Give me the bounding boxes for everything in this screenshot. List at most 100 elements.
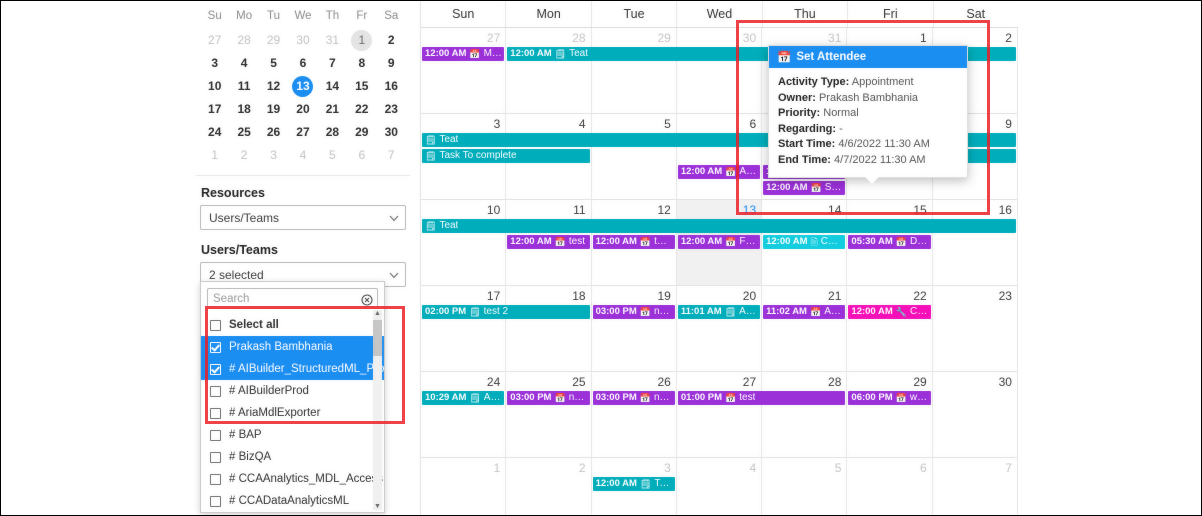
calendar-day-cell[interactable]: 2 xyxy=(506,458,592,516)
calendar-day-cell[interactable]: 28 xyxy=(506,28,592,113)
calendar-day-cell[interactable]: 10 xyxy=(421,200,507,285)
mini-cal-day[interactable]: 30 xyxy=(288,29,317,52)
mini-cal-day[interactable]: 14 xyxy=(318,75,347,98)
mini-cal-day[interactable]: 31 xyxy=(318,29,347,52)
calendar-event[interactable]: 10:29 AM🗒Add A... xyxy=(422,391,505,405)
clear-search-icon[interactable] xyxy=(361,293,373,306)
calendar-event[interactable]: 01:00 PM📅test xyxy=(677,391,846,405)
mini-cal-day[interactable]: 5 xyxy=(259,52,288,75)
mini-cal-day[interactable]: 5 xyxy=(318,144,347,167)
calendar-event[interactable]: 12:00 AM📅Set At... xyxy=(763,181,846,195)
mini-cal-day[interactable]: 20 xyxy=(288,98,317,121)
mini-cal-day[interactable]: 15 xyxy=(347,75,376,98)
dropdown-item-checkbox[interactable] xyxy=(210,429,221,441)
dropdown-search-box[interactable]: Search xyxy=(207,288,378,309)
calendar-event[interactable]: 12:00 AM🗎Check... xyxy=(763,235,846,249)
calendar-day-cell[interactable]: 29 xyxy=(847,372,933,457)
calendar-event[interactable]: 12:00 AM📅Appoi... xyxy=(677,165,761,179)
mini-cal-day[interactable]: 25 xyxy=(229,121,258,144)
calendar-event[interactable]: 🗒Teat xyxy=(422,219,1016,233)
mini-cal-day[interactable]: 27 xyxy=(288,121,317,144)
calendar-event[interactable]: 06:00 PM📅within.. xyxy=(848,391,931,405)
resources-select[interactable]: Users/Teams xyxy=(200,205,406,230)
dropdown-item-checkbox[interactable] xyxy=(210,385,221,397)
mini-cal-day[interactable]: 1 xyxy=(347,29,376,52)
mini-cal-day[interactable]: 28 xyxy=(318,121,347,144)
dropdown-scrollbar[interactable]: ▲▼ xyxy=(373,310,382,510)
calendar-event[interactable]: 02:00 PM🗒test 2 xyxy=(422,305,590,319)
mini-cal-day[interactable]: 3 xyxy=(259,144,288,167)
calendar-day-cell[interactable]: 25 xyxy=(506,372,592,457)
calendar-event[interactable]: 12:00 AM📅FD 02... xyxy=(677,235,761,249)
mini-cal-day[interactable]: 7 xyxy=(377,144,406,167)
calendar-day-cell[interactable]: 18 xyxy=(506,286,592,371)
dropdown-item[interactable]: # BizQA xyxy=(201,446,384,468)
calendar-day-cell[interactable]: 24 xyxy=(421,372,507,457)
calendar-event[interactable]: 12:00 AM🗒Task 01 xyxy=(592,477,675,491)
mini-cal-day[interactable]: 7 xyxy=(318,52,347,75)
dropdown-item-checkbox[interactable] xyxy=(210,407,221,419)
mini-cal-day[interactable]: 22 xyxy=(347,98,376,121)
dropdown-item-checkbox[interactable] xyxy=(210,473,221,485)
scroll-up-arrow[interactable]: ▲ xyxy=(373,309,382,318)
mini-cal-day[interactable]: 18 xyxy=(229,98,258,121)
calendar-event[interactable]: 12:00 AM📅test xyxy=(507,235,590,249)
mini-cal-day[interactable]: 6 xyxy=(347,144,376,167)
mini-cal-day[interactable]: 16 xyxy=(377,75,406,98)
calendar-event[interactable]: 03:00 PM📅new l... xyxy=(592,391,675,405)
calendar-day-cell[interactable]: 1 xyxy=(421,458,507,516)
mini-cal-day[interactable]: 11 xyxy=(229,75,258,98)
dropdown-item[interactable]: # AriaMdlExporter xyxy=(201,402,384,424)
mini-cal-day[interactable]: 29 xyxy=(259,29,288,52)
calendar-event[interactable]: 12:00 AM📅test 1... xyxy=(592,235,675,249)
dropdown-item[interactable]: # BAP xyxy=(201,424,384,446)
calendar-day-cell[interactable]: 4 xyxy=(677,458,763,516)
calendar-day-cell[interactable]: 23 xyxy=(933,286,1018,371)
calendar-event[interactable]: 03:00 PM📅new l... xyxy=(592,305,675,319)
mini-cal-day[interactable]: 2 xyxy=(229,144,258,167)
calendar-day-cell[interactable]: 29 xyxy=(592,28,677,113)
mini-cal-day[interactable]: 8 xyxy=(347,52,376,75)
calendar-day-cell[interactable]: 27 xyxy=(677,372,763,457)
dropdown-item[interactable]: # AIBuilder_StructuredML_Prod_ xyxy=(201,358,384,380)
mini-cal-day[interactable]: 23 xyxy=(377,98,406,121)
calendar-day-cell[interactable]: 26 xyxy=(592,372,677,457)
mini-cal-day[interactable]: 4 xyxy=(288,144,317,167)
mini-cal-day[interactable]: 19 xyxy=(259,98,288,121)
dropdown-item[interactable]: # CCADataAnalyticsML xyxy=(201,490,384,512)
calendar-event[interactable]: 11:01 AM🗒Adde... xyxy=(677,305,761,319)
dropdown-item-checkbox[interactable] xyxy=(210,341,221,353)
calendar-day-cell[interactable]: 7 xyxy=(933,458,1018,516)
calendar-event[interactable]: 03:00 PM📅new l... xyxy=(507,391,590,405)
calendar-event[interactable]: 12:00 AM📅Meeti... xyxy=(422,47,505,61)
calendar-day-cell[interactable]: 21 xyxy=(762,286,848,371)
calendar-day-cell[interactable]: 5 xyxy=(762,458,848,516)
calendar-day-cell[interactable]: 16 xyxy=(933,200,1018,285)
calendar-day-cell[interactable]: 22 xyxy=(847,286,933,371)
mini-cal-day[interactable]: 24 xyxy=(200,121,229,144)
mini-cal-day[interactable]: 29 xyxy=(347,121,376,144)
calendar-day-cell[interactable]: 6 xyxy=(677,114,763,199)
dropdown-item[interactable]: # CCAAnalytics_MDL_Access xyxy=(201,468,384,490)
mini-cal-day[interactable]: 12 xyxy=(259,75,288,98)
mini-cal-day[interactable]: 26 xyxy=(259,121,288,144)
mini-cal-day[interactable]: 17 xyxy=(200,98,229,121)
calendar-day-cell[interactable]: 27 xyxy=(421,28,507,113)
dropdown-item[interactable]: Prakash Bambhania xyxy=(201,336,384,358)
mini-cal-day[interactable]: 2 xyxy=(377,29,406,52)
mini-cal-day[interactable]: 30 xyxy=(377,121,406,144)
select-all-checkbox[interactable] xyxy=(210,319,221,331)
mini-cal-day[interactable]: 10 xyxy=(200,75,229,98)
calendar-day-cell[interactable]: 19 xyxy=(592,286,677,371)
scrollbar-thumb[interactable] xyxy=(373,320,382,356)
mini-cal-day[interactable]: 13 xyxy=(288,75,317,98)
mini-cal-day[interactable]: 27 xyxy=(200,29,229,52)
dropdown-item-checkbox[interactable] xyxy=(210,495,221,507)
mini-cal-day[interactable]: 3 xyxy=(200,52,229,75)
mini-cal-day[interactable]: 6 xyxy=(288,52,317,75)
mini-cal-day[interactable]: 9 xyxy=(377,52,406,75)
calendar-day-cell[interactable]: 30 xyxy=(933,372,1018,457)
calendar-event[interactable]: 11:02 AM📅Appoi... xyxy=(763,305,846,319)
dropdown-item[interactable]: # AIBuilderProd xyxy=(201,380,384,402)
calendar-event[interactable]: 🗒Task To complete xyxy=(422,149,590,163)
